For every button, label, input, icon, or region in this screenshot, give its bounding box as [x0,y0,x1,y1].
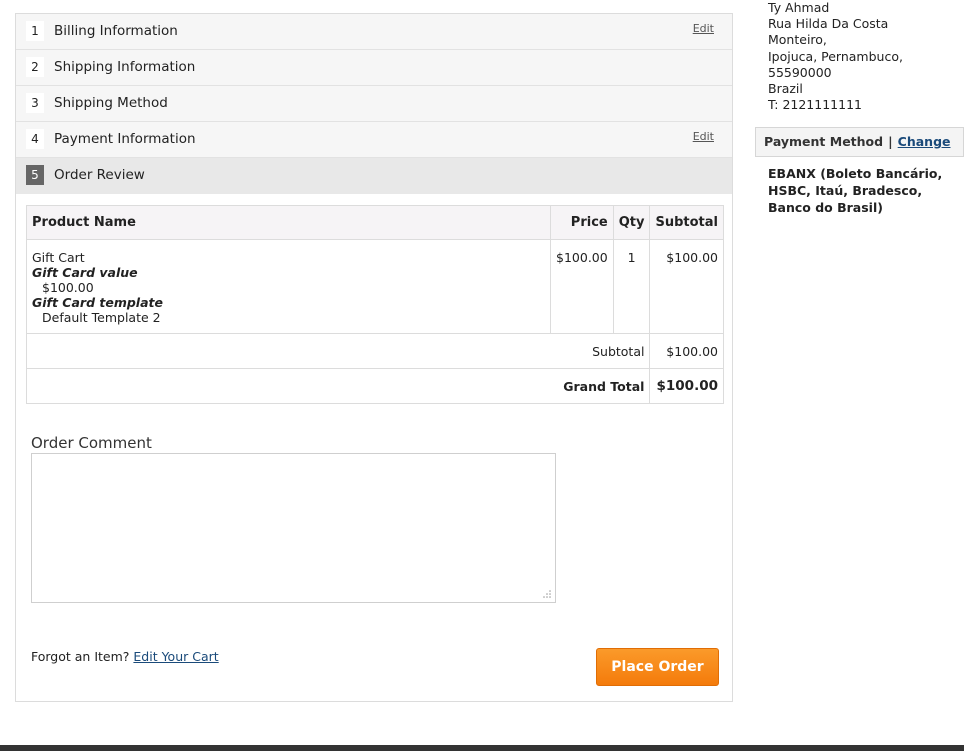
address-line: Brazil [768,81,803,97]
address-line: 55590000 [768,64,832,80]
option-value: Default Template 2 [42,310,161,325]
subtotal-label: Subtotal [25,333,651,369]
step-number: 1 [26,21,44,41]
option-label: Gift Card value [32,265,138,280]
grand-total-value: $100.00 [649,368,724,404]
place-order-button[interactable]: Place Order [596,648,719,686]
step-shipping-method[interactable]: 3 Shipping Method [16,86,732,122]
subtotal-value: $100.00 [649,333,724,369]
forgot-item-text: Forgot an Item? Edit Your Cart [31,649,219,664]
table-header-row: Product Name Price Qty Subtotal [26,205,724,240]
address-line: Rua Hilda Da Costa [768,16,889,32]
separator: | [888,134,893,149]
step-number: 2 [26,57,44,77]
address-line: Ipojuca, Pernambuco, [768,48,903,64]
order-comment-label: Order Comment [31,434,152,452]
subtotal-row: Subtotal $100.00 [25,333,724,369]
edit-billing-link[interactable]: Edit [693,22,714,35]
price-cell: $100.00 [549,239,614,334]
product-name-header: Product Name [26,205,551,240]
step-payment-information[interactable]: 4 Payment Information Edit [16,122,732,158]
step-order-review: 5 Order Review [16,158,732,194]
qty-cell: 1 [612,239,651,334]
order-comment-textarea[interactable] [31,453,556,603]
edit-your-cart-link[interactable]: Edit Your Cart [133,649,218,664]
step-title: Shipping Information [54,59,196,75]
step-title: Shipping Method [54,95,168,111]
step-number: 4 [26,129,44,149]
option-value: $100.00 [42,280,94,295]
subtotal-cell: $100.00 [649,239,724,334]
payment-method-line: EBANX (Boleto Bancário, [768,166,943,181]
step-title: Payment Information [54,131,196,147]
table-row: Gift Cart Gift Card value $100.00 Gift C… [26,239,724,334]
subtotal-header: Subtotal [649,205,724,240]
step-title: Billing Information [54,23,178,39]
step-number: 5 [26,165,44,185]
address-line: Ty Ahmad [768,0,830,15]
step-title: Order Review [54,167,145,183]
grand-total-row: Grand Total $100.00 [25,368,724,404]
product-name: Gift Cart [32,250,85,265]
step-billing-information[interactable]: 1 Billing Information Edit [16,14,732,50]
qty-header: Qty [612,205,651,240]
resize-grip-icon[interactable] [541,588,551,598]
checkout-panel: 1 Billing Information Edit 2 Shipping In… [15,13,733,702]
address-line: T: 2121111111 [768,97,862,113]
address-line: Monteiro, [768,32,827,48]
order-review-table: Product Name Price Qty Subtotal Gift Car… [25,205,724,404]
step-number: 3 [26,93,44,113]
price-header: Price [549,205,614,240]
change-payment-link[interactable]: Change [898,134,951,149]
option-label: Gift Card template [32,295,163,310]
payment-method-title: Payment Method [764,134,884,149]
payment-method-line: Banco do Brasil) [768,200,883,215]
payment-method-header: Payment Method | Change [755,127,964,157]
payment-method-line: HSBC, Itaú, Bradesco, [768,183,923,198]
step-shipping-information[interactable]: 2 Shipping Information [16,50,732,86]
payment-method-value: EBANX (Boleto Bancário, HSBC, Itaú, Brad… [768,165,958,216]
grand-total-label: Grand Total [25,368,651,404]
product-cell: Gift Cart Gift Card value $100.00 Gift C… [26,239,551,334]
page-footer-bar [0,745,964,751]
edit-payment-link[interactable]: Edit [693,130,714,143]
forgot-item-label: Forgot an Item? [31,649,130,664]
shipping-address-block: Ty Ahmad Rua Hilda Da Costa Monteiro, Ip… [768,0,903,113]
